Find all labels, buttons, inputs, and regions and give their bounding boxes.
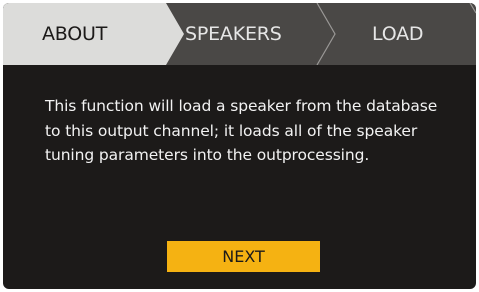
function-description: This function will load a speaker from t… — [45, 97, 438, 164]
next-button[interactable]: NEXT — [167, 241, 320, 272]
tab-about[interactable]: ABOUT — [42, 21, 107, 47]
wizard-panel: ABOUT SPEAKERS LOAD This function will l… — [3, 3, 476, 289]
tab-speakers[interactable]: SPEAKERS — [185, 21, 282, 47]
tab-load[interactable]: LOAD — [372, 21, 424, 47]
wizard-tab-bar: ABOUT SPEAKERS LOAD — [3, 3, 476, 65]
